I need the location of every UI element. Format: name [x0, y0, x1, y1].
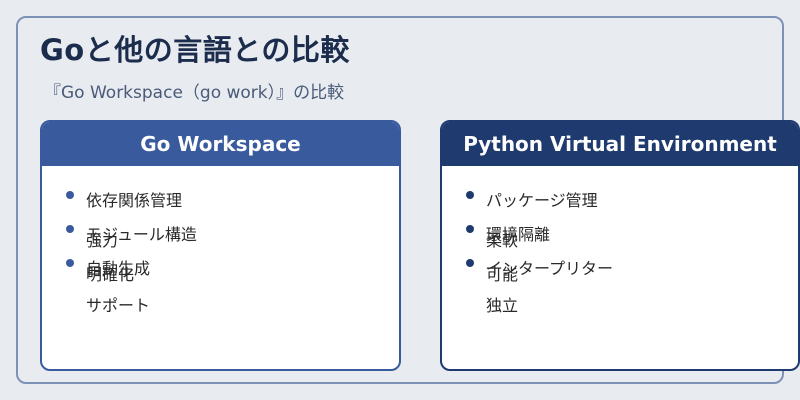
list-item: 依存関係管理 [86, 191, 183, 210]
python-venv-card: Python Virtual Environment パッケージ管理 環境隔離 … [440, 120, 800, 371]
bullet-dot [466, 225, 474, 233]
bullet-dot [66, 259, 74, 267]
list-item: サポート [86, 296, 151, 315]
list-item: 独立 [486, 296, 519, 315]
list-item: 可能 [486, 265, 519, 284]
page-subtitle: 『Go Workspace（go work）』の比較 [44, 83, 345, 103]
list-item: パッケージ管理 [486, 191, 598, 210]
bullet-dot [466, 259, 474, 267]
bullet-dot [66, 191, 74, 199]
go-workspace-card: Go Workspace 依存関係管理 モジュール構造 強力 自動生成 明確化 … [40, 120, 401, 371]
bullet-dot [466, 191, 474, 199]
page-title: Goと他の言語との比較 [40, 33, 350, 67]
bullet-dot [66, 225, 74, 233]
list-item: 強力 [86, 231, 119, 250]
python-venv-card-header: Python Virtual Environment [442, 122, 798, 166]
go-workspace-card-header: Go Workspace [42, 122, 399, 166]
list-item: 柔軟 [486, 231, 519, 250]
list-item: 明確化 [86, 265, 135, 284]
